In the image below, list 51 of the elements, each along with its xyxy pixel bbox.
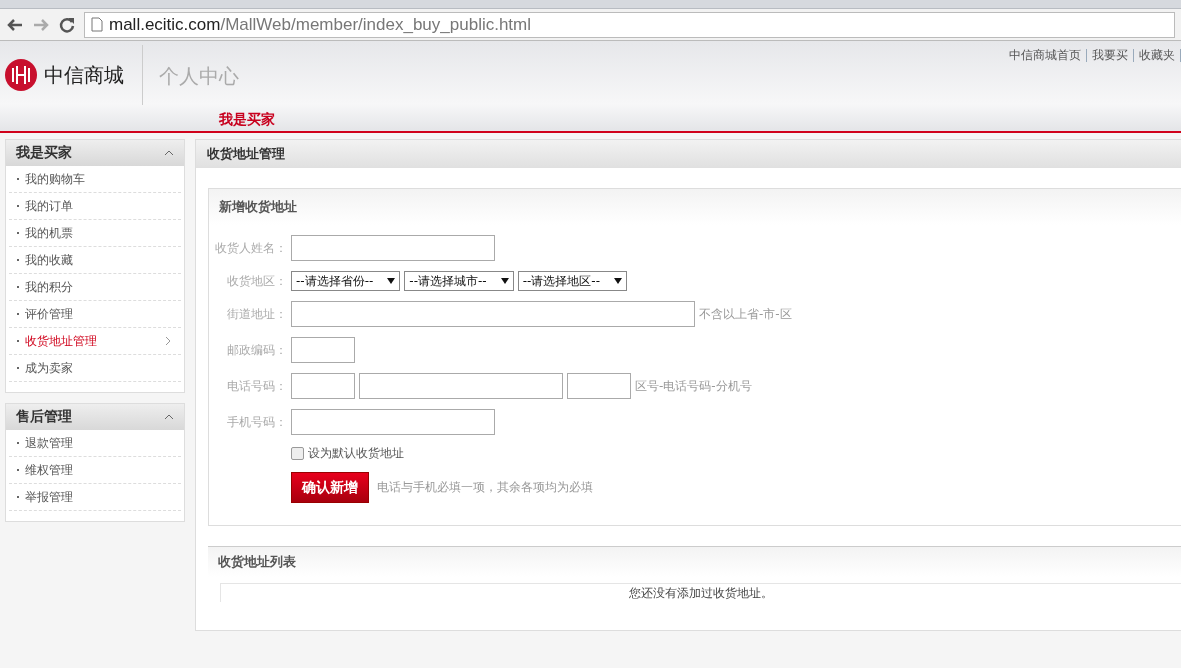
input-field[interactable] [291, 373, 355, 399]
sidebar-item[interactable]: 退款管理 [9, 430, 181, 457]
field-label: 电话号码： [226, 377, 287, 395]
checkbox[interactable] [291, 447, 304, 460]
page-icon [91, 17, 103, 32]
sidebar-item[interactable]: 我的收藏 [9, 247, 181, 274]
empty-message: 您还没有添加过收货地址。 [629, 584, 773, 602]
sidebar-group-header[interactable]: 我是买家 [6, 140, 184, 166]
field-label: 街道地址： [226, 305, 287, 323]
sidebar-item[interactable]: 维权管理 [9, 457, 181, 484]
top-link[interactable]: 收藏夹 [1134, 49, 1181, 62]
sidebar-item[interactable]: 我的机票 [9, 220, 181, 247]
dropdown-arrow-icon [614, 278, 622, 284]
submit-button[interactable]: 确认新增 [291, 472, 369, 503]
input-field[interactable] [567, 373, 631, 399]
nav-tab[interactable]: 我是买家 [219, 111, 275, 129]
field-label: 收货人姓名： [214, 239, 287, 257]
reload-icon[interactable] [58, 15, 76, 34]
input-field[interactable] [291, 337, 355, 363]
input-field[interactable] [291, 409, 495, 435]
dropdown[interactable]: --请选择地区-- [517, 271, 627, 291]
brand-name: 中信商城 [44, 61, 124, 89]
logo-icon [4, 58, 38, 92]
sidebar-item[interactable]: 评价管理 [9, 301, 181, 328]
sidebar-item[interactable]: 举报管理 [9, 484, 181, 511]
top-link[interactable]: 中信商城首页 [1004, 49, 1087, 62]
sidebar-item[interactable]: 成为卖家 [9, 355, 181, 382]
top-link[interactable]: 我要买 [1087, 49, 1134, 62]
dropdown-arrow-icon [500, 278, 509, 284]
panel-title: 收货地址管理 [196, 140, 1181, 168]
input-field[interactable] [359, 373, 563, 399]
dropdown[interactable]: --请选择城市-- [404, 271, 514, 291]
form-note: 电话与手机必填一项，其余各项均为必填 [377, 479, 593, 496]
field-hint: 不含以上省-市-区 [699, 305, 792, 323]
field-hint: 区号-电话号码-分机号 [635, 377, 752, 395]
section-title: 个人中心 [159, 63, 239, 90]
checkbox-label: 设为默认收货地址 [308, 445, 404, 462]
chevron-right-icon [165, 336, 171, 346]
input-field[interactable] [291, 301, 695, 327]
field-label: 邮政编码： [226, 341, 287, 359]
sidebar-item[interactable]: 收货地址管理 [9, 328, 181, 355]
field-label: 手机号码： [226, 413, 287, 431]
sidebar-item[interactable]: 我的积分 [9, 274, 181, 301]
input-field[interactable] [291, 235, 495, 261]
field-label: 收货地区： [226, 272, 287, 290]
dropdown-arrow-icon [387, 278, 396, 284]
sidebar-group-header[interactable]: 售后管理 [6, 404, 184, 430]
sidebar-item[interactable]: 我的购物车 [9, 166, 181, 193]
dropdown[interactable]: --请选择省份-- [291, 271, 401, 291]
address-bar[interactable]: mall.ecitic.com/MallWeb/member/index_buy_public.html [84, 11, 1175, 38]
sidebar-item[interactable]: 我的订单 [9, 193, 181, 220]
